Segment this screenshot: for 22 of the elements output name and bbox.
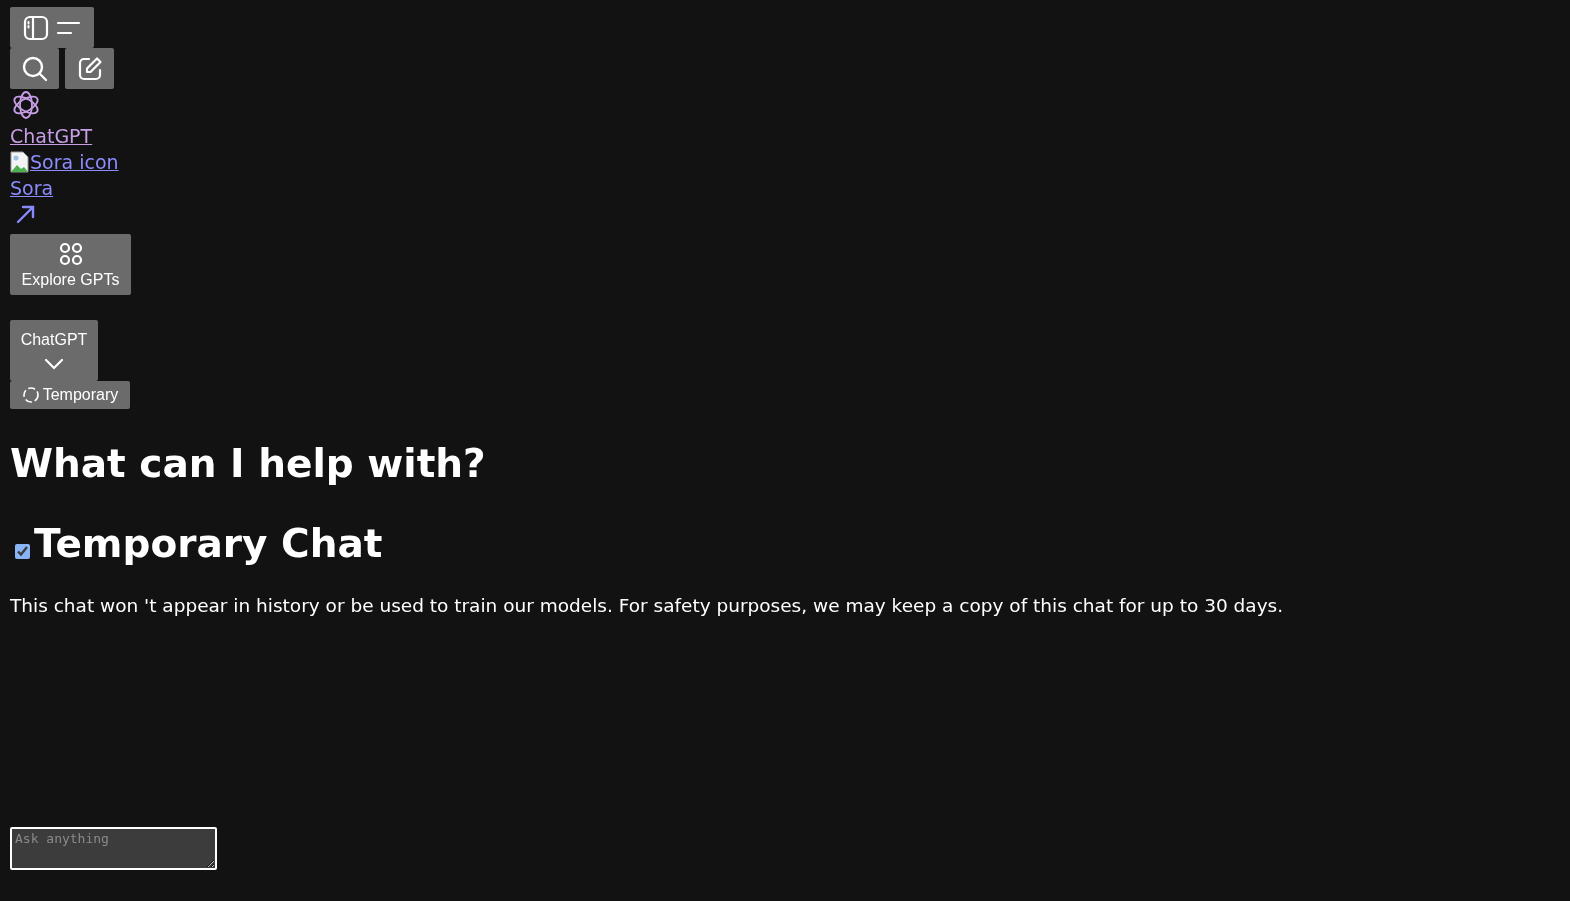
- broken-image-icon: [10, 151, 30, 173]
- sidebar-toggle-button[interactable]: [10, 7, 94, 48]
- sora-link[interactable]: Sora: [10, 177, 54, 199]
- search-icon: [20, 54, 49, 83]
- temporary-chat-title: Temporary Chat: [34, 520, 383, 568]
- model-selector-button[interactable]: ChatGPT: [10, 320, 98, 381]
- search-button[interactable]: [10, 48, 59, 89]
- temporary-button[interactable]: Temporary: [10, 381, 130, 409]
- main-heading: What can I help with?: [10, 440, 487, 488]
- arrow-icon: [15, 203, 37, 225]
- chevron-down-icon: [43, 356, 65, 371]
- new-chat-button[interactable]: [65, 48, 114, 89]
- image-alt-text[interactable]: Sora icon: [30, 151, 119, 173]
- sidebar-icon: [22, 13, 50, 42]
- logo-icon: [10, 89, 42, 121]
- dashed-circle-icon: [21, 386, 40, 404]
- message-input-field[interactable]: Ask anything: [10, 827, 217, 870]
- temporary-chat-checkbox[interactable]: [15, 544, 30, 559]
- grid-icon: [57, 240, 84, 267]
- notice-text: This chat won 't appear in history or be used to train our models. For safety purposes, we may keep a copy of this chat for up to 30 days.: [10, 595, 1285, 616]
- explore-gpts-button[interactable]: Explore GPTs: [10, 234, 131, 295]
- chatgpt-link[interactable]: ChatGPT: [10, 125, 93, 147]
